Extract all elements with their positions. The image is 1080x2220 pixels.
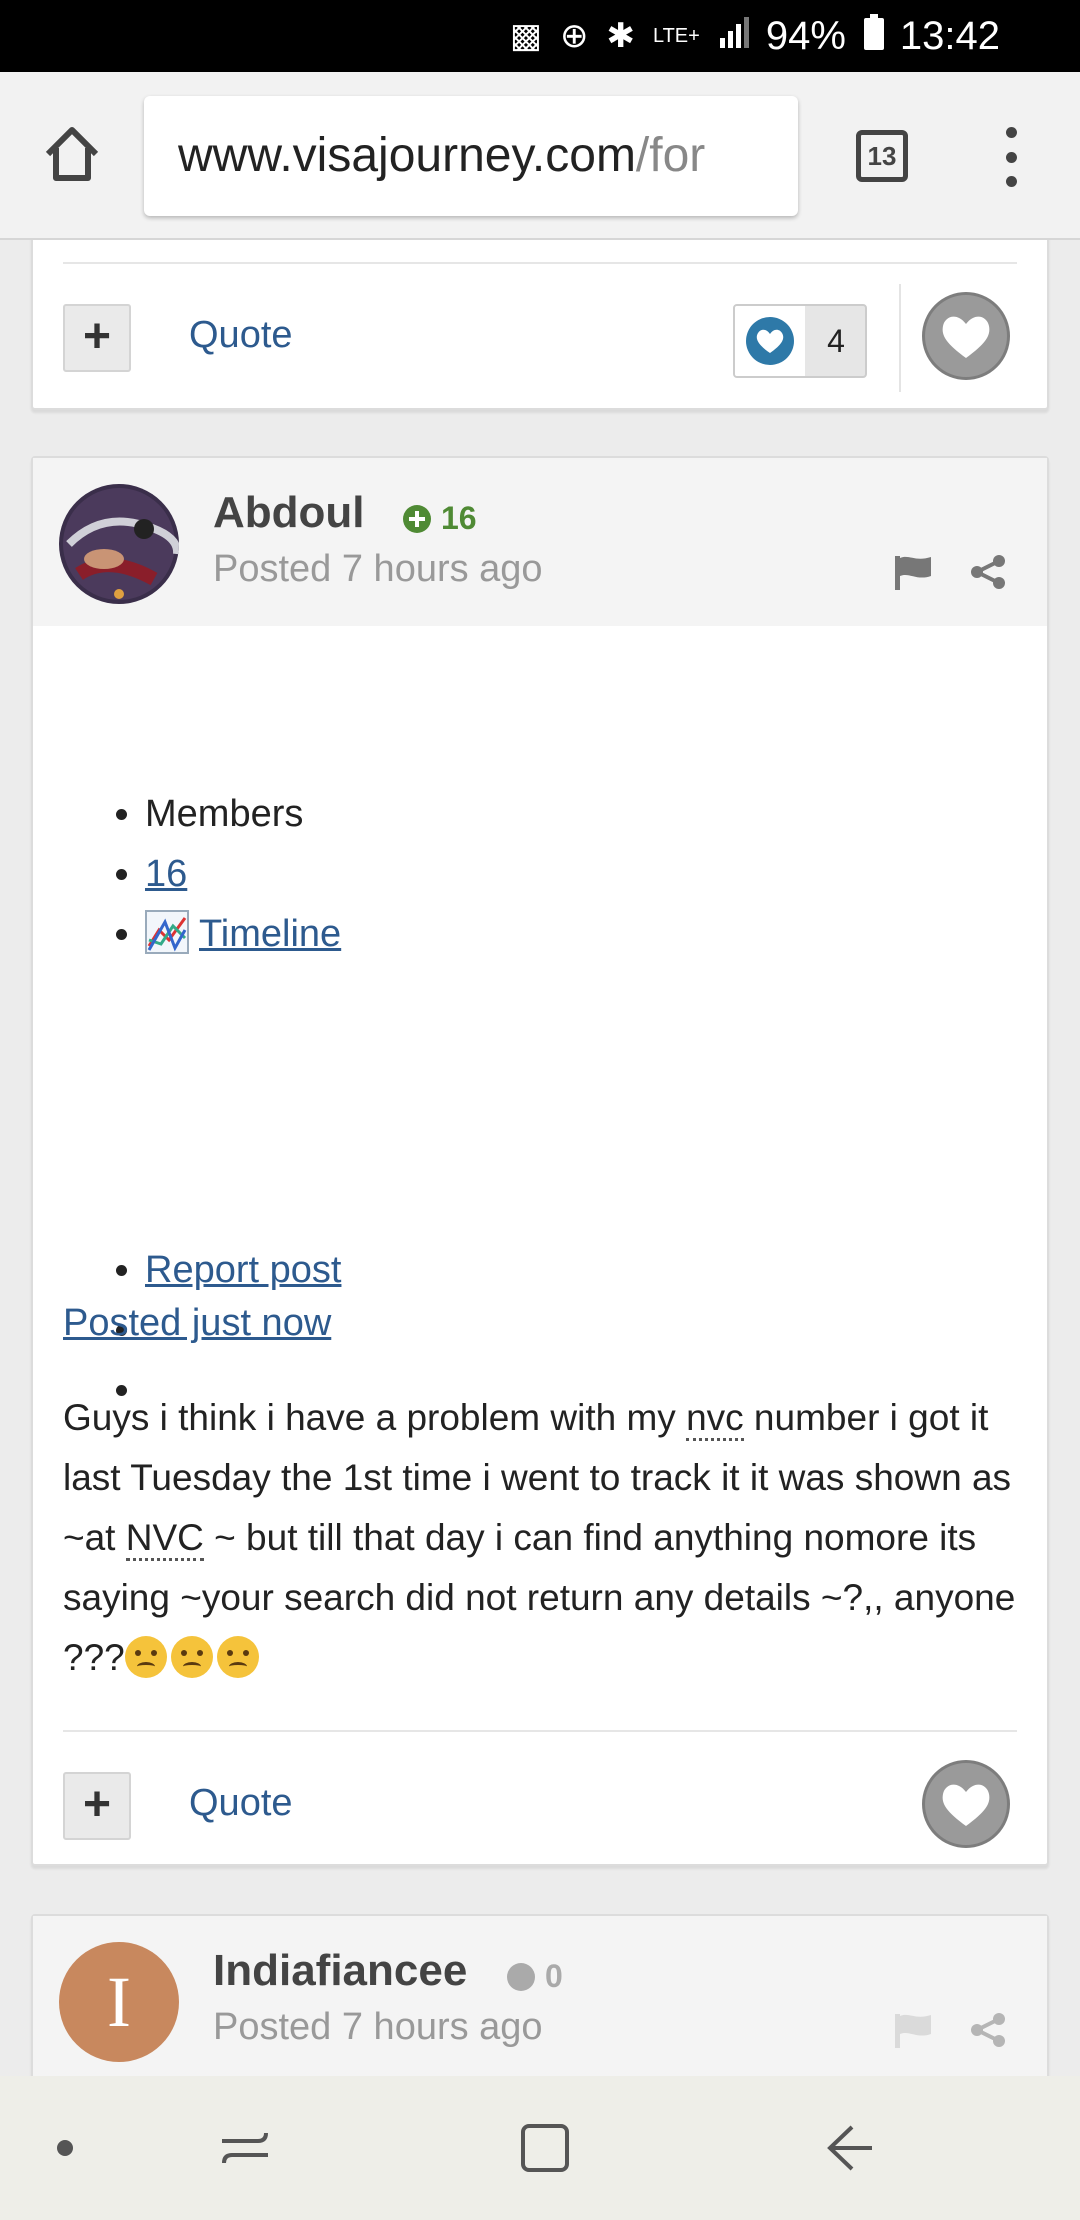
multiquote-button[interactable]: +	[63, 304, 131, 372]
like-reaction-icon	[735, 306, 805, 376]
bluetooth-icon: ✱	[606, 17, 635, 55]
list-item: Report post	[145, 1240, 341, 1300]
list-item: Members	[145, 784, 341, 844]
post-body: Guys i think i have a problem with my nv…	[63, 1388, 1023, 1688]
network-type: LTE+	[652, 25, 700, 47]
heart-icon	[942, 316, 990, 358]
like-count: 4	[827, 323, 845, 359]
url-path: /for	[635, 129, 706, 182]
url-bar[interactable]: www.visajourney.com/for	[144, 96, 798, 216]
reputation-badge: 16	[403, 500, 477, 537]
list-item: 16	[145, 844, 341, 904]
post-header: Abdoul 16 Posted 7 hours ago	[33, 458, 1047, 626]
post-card: Abdoul 16 Posted 7 hours ago Members 16 …	[31, 456, 1049, 1866]
heart-icon	[942, 1784, 990, 1826]
divider	[63, 262, 1017, 264]
list-item: Timeline	[145, 904, 341, 964]
report-post-link[interactable]: Report post	[145, 1249, 341, 1291]
neutral-dot-icon	[507, 1962, 535, 1991]
plus-circle-icon	[403, 504, 431, 533]
browser-toolbar: www.visajourney.com/for 13	[0, 72, 1080, 240]
crying-emoji	[170, 1636, 213, 1678]
home-nav-icon[interactable]	[500, 2076, 590, 2220]
post-timestamp: Posted 7 hours ago	[213, 2006, 543, 2048]
home-icon[interactable]	[40, 122, 104, 186]
clock: 13:42	[899, 13, 1000, 58]
abbreviation: nvc	[686, 1397, 744, 1441]
back-nav-icon[interactable]	[804, 2076, 894, 2220]
reputation-badge: 0	[507, 1958, 563, 1995]
crying-emoji	[124, 1636, 167, 1678]
post-card: I Indiafiancee 0 Posted 7 hours ago	[31, 1914, 1049, 2076]
post-text: Guys i think i have a problem with my	[63, 1397, 687, 1438]
author-name[interactable]: Indiafiancee	[213, 1946, 467, 1996]
author-name[interactable]: Abdoul	[213, 488, 365, 538]
posted-just-now-link[interactable]: Posted just now	[63, 1302, 331, 1345]
recent-apps-icon[interactable]	[200, 2076, 290, 2220]
separator	[899, 284, 901, 392]
share-icon[interactable]	[968, 2010, 1008, 2050]
flag-icon[interactable]	[891, 552, 935, 592]
avatar[interactable]	[59, 484, 179, 604]
divider	[63, 1730, 1017, 1732]
quote-link[interactable]: Quote	[189, 314, 293, 357]
signal-icon	[718, 16, 752, 57]
data-saver-icon: ⊕	[559, 17, 589, 55]
quote-link[interactable]: Quote	[189, 1782, 293, 1825]
status-bar: ▩ ⊕ ✱ LTE+ 94% 13:42	[0, 0, 1080, 72]
flag-icon[interactable]	[891, 2010, 935, 2050]
tab-switcher-button[interactable]: 13	[856, 130, 908, 182]
post-card: + Quote 4	[31, 240, 1049, 410]
battery-saver-icon: ▩	[509, 17, 542, 55]
abbreviation: NVC	[125, 1517, 204, 1561]
react-heart-button[interactable]	[922, 1760, 1010, 1848]
post-header: I Indiafiancee 0 Posted 7 hours ago	[33, 1916, 1047, 2076]
post-count-link[interactable]: 16	[145, 853, 187, 895]
battery-percent: 94%	[765, 13, 846, 58]
react-heart-button[interactable]	[922, 292, 1010, 380]
post-timestamp: Posted 7 hours ago	[213, 548, 543, 590]
share-icon[interactable]	[968, 552, 1008, 592]
crying-emoji	[216, 1636, 259, 1678]
timeline-chart-icon	[145, 910, 189, 954]
member-group: Members	[145, 793, 304, 835]
avatar[interactable]: I	[59, 1942, 179, 2062]
multiquote-button[interactable]: +	[63, 1772, 131, 1840]
reputation-count: 16	[441, 500, 477, 536]
system-navigation-bar	[0, 2076, 1080, 2220]
overflow-menu-icon[interactable]	[1000, 127, 1022, 187]
reactions-summary[interactable]: 4	[733, 304, 867, 378]
forum-thread: + Quote 4 Abdoul 16 Posted 7 hours ago •…	[0, 240, 1080, 2076]
dot-indicator-icon	[40, 2076, 90, 2220]
author-info-list: Members 16 Timeline	[145, 784, 341, 964]
battery-icon	[863, 13, 884, 59]
reputation-count: 0	[545, 1958, 563, 1994]
url-domain: www.visajourney.com	[178, 129, 636, 182]
timeline-link[interactable]: Timeline	[199, 913, 341, 955]
